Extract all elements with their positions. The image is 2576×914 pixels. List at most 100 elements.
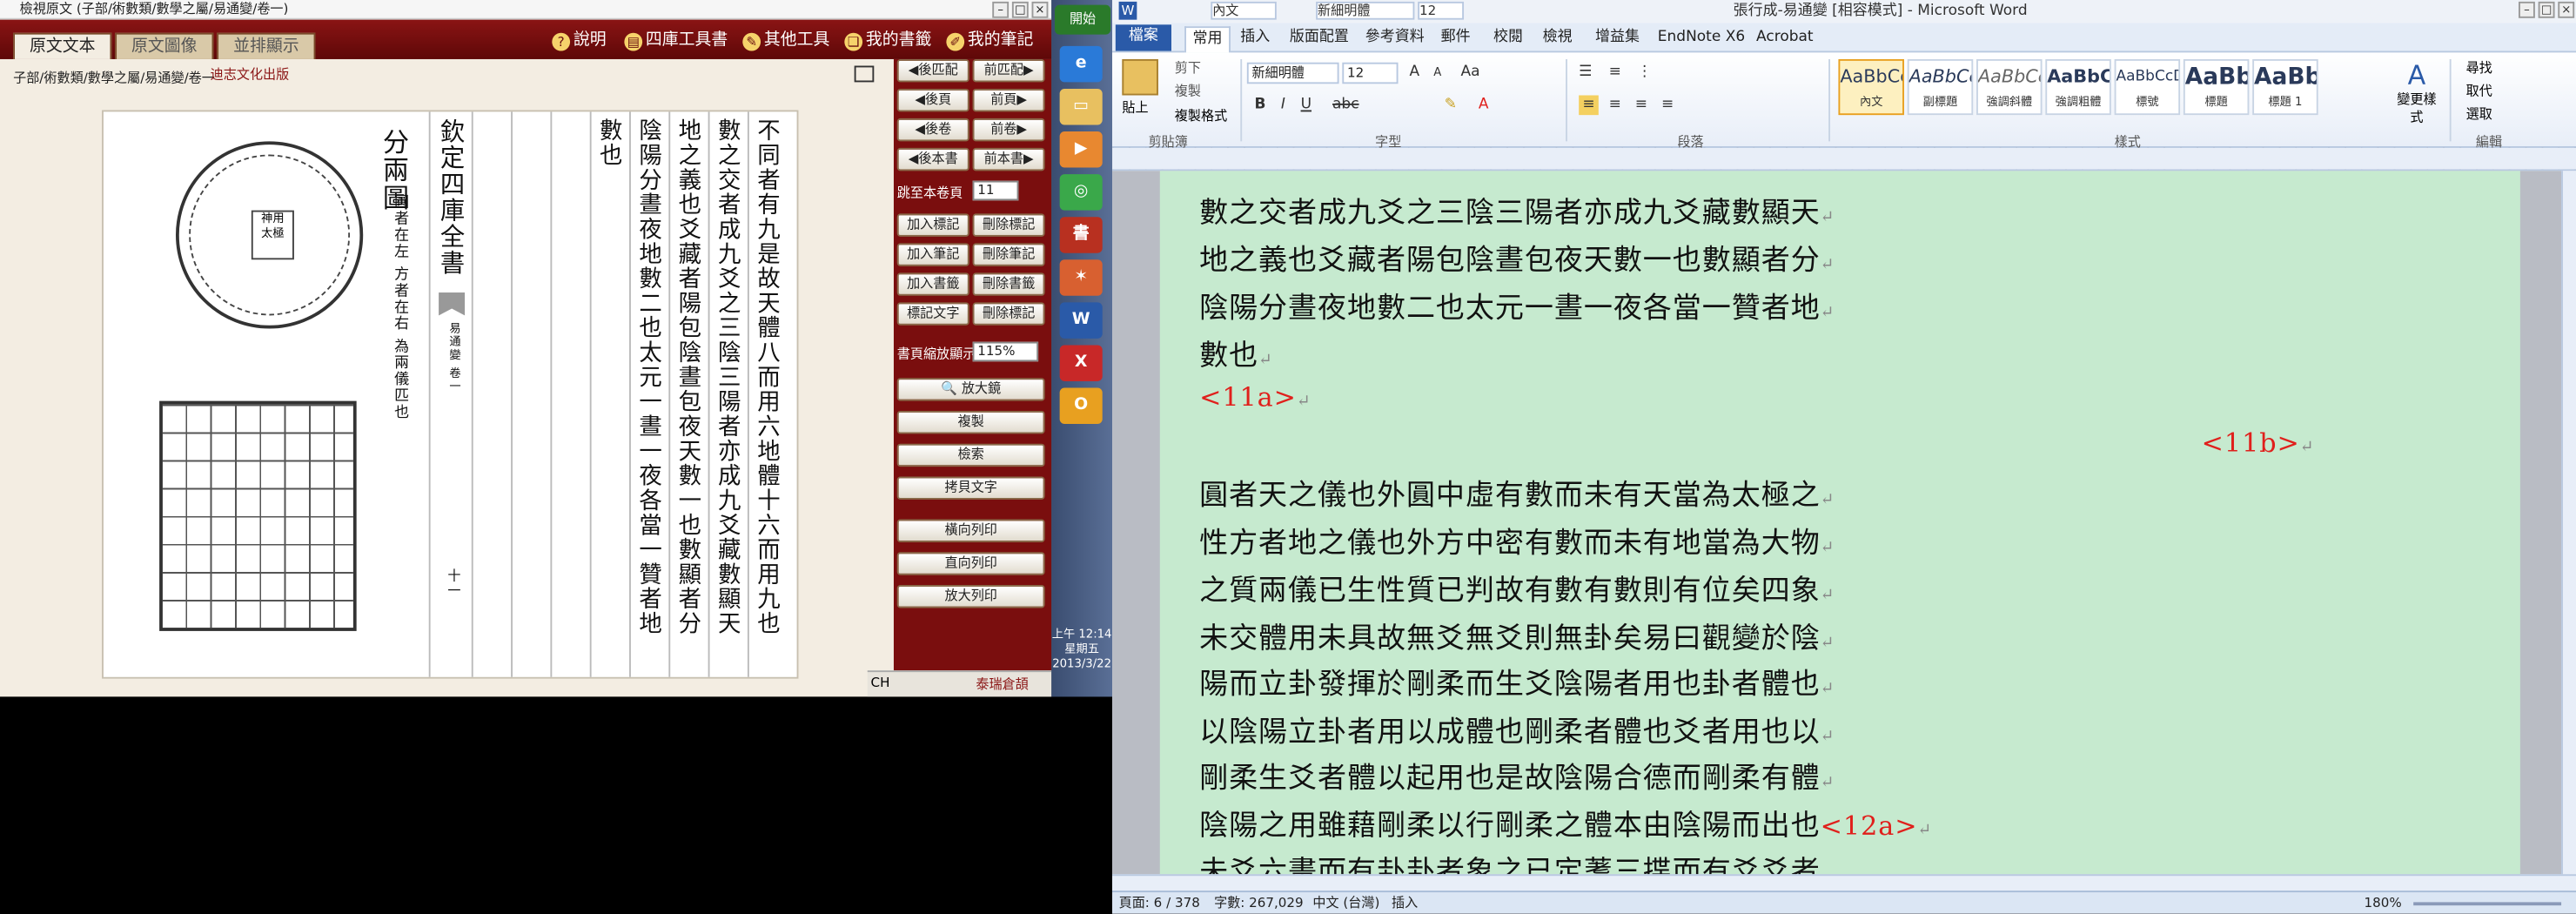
- align-left-icon[interactable]: ≡: [1579, 95, 1599, 116]
- underline-icon[interactable]: U: [1296, 95, 1316, 115]
- menu-help[interactable]: ? 說明: [552, 30, 607, 52]
- acrobat-icon[interactable]: X: [1059, 345, 1103, 381]
- tab-original-text[interactable]: 原文文本: [13, 32, 112, 59]
- tab-endnote[interactable]: EndNote X6: [1658, 26, 1745, 52]
- close-icon[interactable]: ×: [1031, 1, 1049, 18]
- grow-font-icon[interactable]: A: [1405, 63, 1425, 83]
- word-app-icon[interactable]: W: [1118, 1, 1137, 20]
- copy-button[interactable]: 複製: [896, 410, 1045, 434]
- magnifier-button[interactable]: 🔍 放大鏡: [896, 378, 1045, 401]
- butterfly-app-icon[interactable]: ✶: [1059, 259, 1103, 296]
- prev-book-button[interactable]: ◀後本書: [896, 147, 969, 171]
- menu-my-notes[interactable]: ✐ 我的筆記: [946, 30, 1033, 52]
- print-zoom-button[interactable]: 放大列印: [896, 585, 1045, 608]
- maximize-icon[interactable]: □: [1011, 1, 1029, 18]
- copy-text-button[interactable]: 拷貝文字: [896, 476, 1045, 500]
- word-close-icon[interactable]: ×: [2558, 1, 2575, 18]
- replace-button[interactable]: 取代: [2466, 82, 2492, 100]
- prev-match-button[interactable]: ◀後匹配: [896, 58, 969, 83]
- italic-icon[interactable]: I: [1273, 95, 1293, 115]
- folder-icon[interactable]: ▭: [1059, 88, 1103, 125]
- font-size-box[interactable]: 12: [1342, 62, 1399, 84]
- style-strong[interactable]: AaBbCcI強調粗體: [2045, 58, 2111, 116]
- paste-button[interactable]: 貼上: [1122, 98, 1148, 117]
- font-name-box[interactable]: 新細明體: [1246, 62, 1339, 84]
- delete-bookmark-button[interactable]: 刪除標記: [972, 213, 1045, 237]
- numbering-icon[interactable]: ≡: [1605, 63, 1625, 83]
- style-normal[interactable]: AaBbCcI內文: [1838, 58, 1904, 116]
- tab-addins[interactable]: 增益集: [1595, 26, 1640, 52]
- delete-note-button[interactable]: 刪除筆記: [972, 243, 1045, 266]
- goto-page-select[interactable]: 11: [972, 180, 1019, 201]
- change-styles-button[interactable]: A 變更樣式: [2394, 59, 2440, 126]
- reader-app-icon[interactable]: 書: [1059, 217, 1103, 253]
- tab-page-layout[interactable]: 版面配置: [1290, 26, 1349, 52]
- tab-side-by-side[interactable]: 並排顯示: [217, 32, 316, 59]
- ime-name[interactable]: 泰瑞倉頡: [976, 675, 1028, 694]
- horizontal-ruler[interactable]: [1112, 147, 2576, 171]
- delete-mark-button[interactable]: 刪除標記: [972, 302, 1045, 326]
- style-heading-1[interactable]: AaBb 標題 1: [2252, 58, 2318, 116]
- tab-acrobat[interactable]: Acrobat: [1756, 26, 1814, 52]
- qat-style-box[interactable]: 內文: [1211, 1, 1277, 20]
- word-maximize-icon[interactable]: □: [2538, 1, 2555, 18]
- highlight-icon[interactable]: ✎: [1441, 95, 1461, 115]
- delete-shelf-button[interactable]: 刪除書籤: [972, 272, 1045, 296]
- zoom-select[interactable]: 115%: [972, 341, 1039, 362]
- tab-references[interactable]: 參考資料: [1365, 26, 1425, 52]
- next-book-button[interactable]: 前本書▶: [972, 147, 1045, 171]
- print-landscape-button[interactable]: 橫向列印: [896, 519, 1045, 542]
- bold-icon[interactable]: B: [1251, 95, 1271, 115]
- chrome-icon[interactable]: ◎: [1059, 174, 1103, 211]
- tab-home[interactable]: 常用: [1184, 26, 1231, 53]
- qat-font-box[interactable]: 新細明體: [1316, 1, 1415, 20]
- menu-reference-tools[interactable]: ▤ 四庫工具書: [624, 30, 728, 52]
- page-count[interactable]: 頁面: 6 / 378: [1119, 892, 1200, 914]
- align-center-icon[interactable]: ≡: [1605, 95, 1625, 115]
- add-bookmark-button[interactable]: 加入標記: [896, 213, 969, 237]
- zoom-slider[interactable]: [2413, 902, 2562, 906]
- find-button[interactable]: 尋找: [2466, 59, 2492, 77]
- shrink-font-icon[interactable]: A: [1427, 63, 1447, 83]
- add-note-button[interactable]: 加入筆記: [896, 243, 969, 266]
- outlook-icon[interactable]: O: [1059, 387, 1103, 425]
- next-match-button[interactable]: 前匹配▶: [972, 58, 1045, 83]
- strikethrough-icon[interactable]: abc: [1332, 95, 1359, 115]
- word-icon[interactable]: W: [1059, 302, 1103, 339]
- select-button[interactable]: 選取: [2466, 105, 2492, 124]
- language-status[interactable]: 中文 (台灣): [1312, 892, 1379, 914]
- menu-my-bookmarks[interactable]: ❏ 我的書籤: [844, 30, 931, 52]
- mark-text-button[interactable]: 標記文字: [896, 302, 969, 326]
- font-color-icon[interactable]: A: [1473, 95, 1493, 115]
- style-title[interactable]: AaBb 標題: [2183, 58, 2250, 116]
- document-page[interactable]: 數之交者成九爻之三陰三陽者亦成九爻藏數顯天↵ 地之義也爻藏者陽包陰晝包夜天數一也…: [1159, 171, 2520, 875]
- bullets-icon[interactable]: ☰: [1575, 63, 1595, 83]
- paste-icon[interactable]: [1122, 58, 1158, 96]
- format-painter-button[interactable]: 複製格式: [1175, 107, 1227, 125]
- tab-file[interactable]: 檔案: [1115, 24, 1172, 51]
- qat-size-box[interactable]: 12: [1418, 1, 1465, 20]
- style-emphasis[interactable]: AaBbCcL強調斜體: [1976, 58, 2043, 116]
- multilevel-list-icon[interactable]: ⋮: [1634, 63, 1654, 83]
- word-count[interactable]: 字數: 267,029: [1214, 892, 1304, 914]
- menu-other-tools[interactable]: ✎ 其他工具: [742, 30, 829, 52]
- style-subtitle[interactable]: AaBbCcL副標題: [1907, 58, 1974, 116]
- tab-insert[interactable]: 插入: [1240, 26, 1270, 52]
- prev-page-button[interactable]: ◀後頁: [896, 88, 969, 112]
- system-clock[interactable]: 上午 12:14 星期五 2013/3/22: [1051, 628, 1112, 672]
- align-right-icon[interactable]: ≡: [1632, 95, 1652, 115]
- tab-mailings[interactable]: 郵件: [1441, 26, 1471, 52]
- word-minimize-icon[interactable]: –: [2518, 1, 2535, 18]
- tab-original-image[interactable]: 原文圖像: [115, 32, 214, 59]
- tab-view[interactable]: 檢視: [1543, 26, 1573, 52]
- window-toggle-icon[interactable]: [854, 65, 875, 83]
- ime-language[interactable]: CH: [871, 675, 890, 690]
- next-juan-button[interactable]: 前卷▶: [972, 118, 1045, 142]
- style-caption[interactable]: AaBbCcDd標號: [2114, 58, 2181, 116]
- change-case-icon[interactable]: Aa: [1460, 63, 1480, 83]
- insert-mode[interactable]: 插入: [1392, 892, 1418, 914]
- cut-button[interactable]: 剪下: [1175, 59, 1201, 77]
- add-shelf-button[interactable]: 加入書籤: [896, 272, 969, 296]
- copy-word-button[interactable]: 複製: [1175, 82, 1201, 100]
- horizontal-scrollbar[interactable]: [1112, 874, 2576, 891]
